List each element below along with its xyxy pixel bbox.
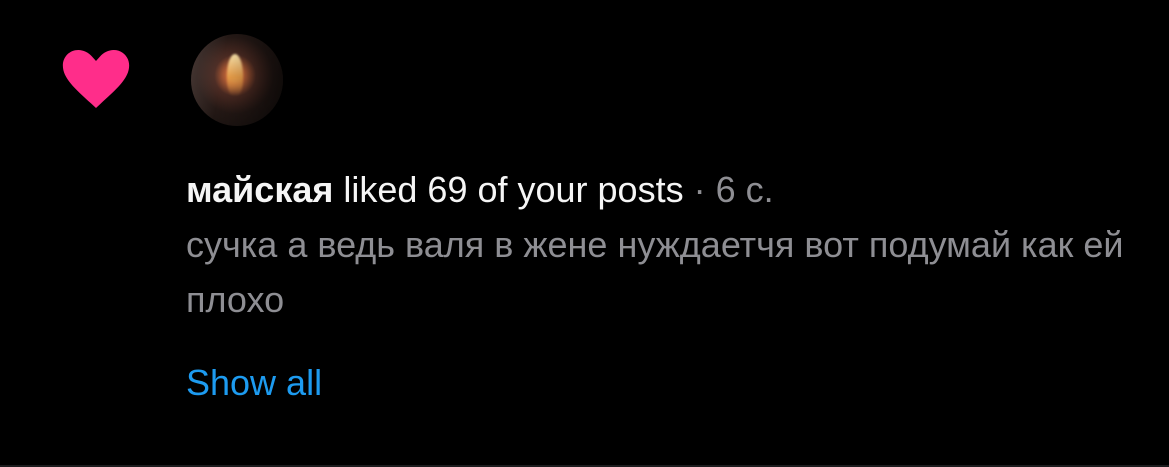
- notification-username[interactable]: майская: [186, 169, 333, 210]
- show-all-link[interactable]: Show all: [186, 360, 322, 406]
- notification-separator: ·: [683, 169, 716, 210]
- notification-time: 6 с.: [715, 169, 774, 210]
- notification-text: майская liked 69 of your posts · 6 с. су…: [186, 162, 1136, 327]
- avatar-shade: [191, 34, 283, 126]
- heart-icon: [62, 50, 130, 108]
- notification-comment: сучка а ведь валя в жене нуждаетчя вот п…: [186, 224, 1124, 320]
- user-avatar[interactable]: [191, 34, 283, 126]
- notification-action: liked 69 of your posts: [333, 169, 684, 210]
